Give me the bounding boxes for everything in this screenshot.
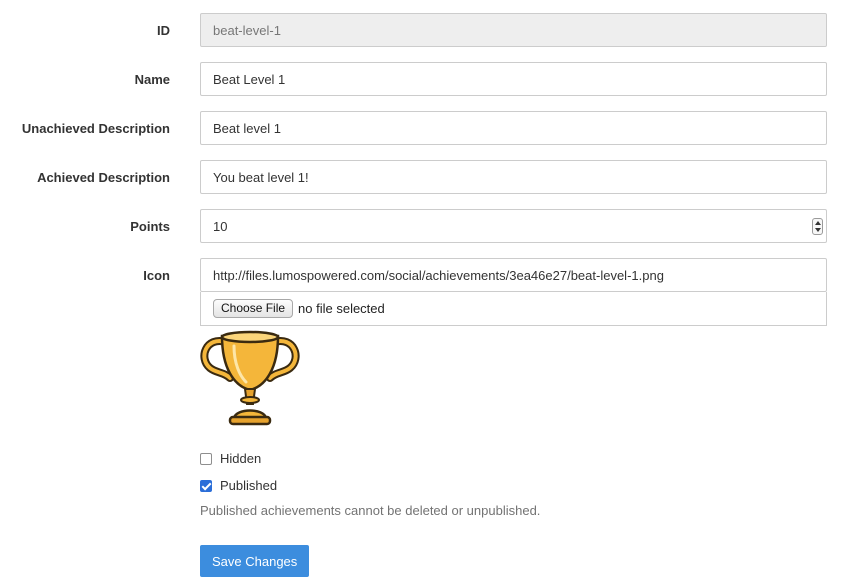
unachieved-description-input[interactable]: Beat level 1 xyxy=(200,111,827,145)
id-value: beat-level-1 xyxy=(213,22,281,38)
hidden-checkbox[interactable] xyxy=(200,452,212,465)
icon-url-input[interactable]: http://files.lumospowered.com/social/ach… xyxy=(200,258,827,292)
save-changes-button[interactable]: Save Changes xyxy=(200,545,310,577)
hidden-label[interactable]: Hidden xyxy=(220,451,261,466)
points-input[interactable]: 10 xyxy=(200,209,827,243)
name-input[interactable]: Beat Level 1 xyxy=(200,62,827,96)
name-value: Beat Level 1 xyxy=(213,71,286,87)
points-label: Points xyxy=(130,219,170,234)
published-checkbox[interactable] xyxy=(200,479,212,492)
icon-url-value: http://files.lumospowered.com/social/ach… xyxy=(213,267,664,283)
achievement-edit-form: ID beat-level-1 Name Beat Level 1 Unachi… xyxy=(0,0,856,585)
achieved-description-input[interactable]: You beat level 1! xyxy=(200,160,827,194)
icon-label: Icon xyxy=(143,268,170,283)
achieved-description-value: You beat level 1! xyxy=(213,169,309,185)
points-stepper[interactable] xyxy=(812,218,823,235)
points-value: 10 xyxy=(213,218,228,234)
name-label: Name xyxy=(134,72,170,87)
hidden-checkbox-row[interactable]: Hidden xyxy=(200,451,261,466)
id-field: beat-level-1 xyxy=(200,13,827,47)
file-status: no file selected xyxy=(298,301,385,316)
published-checkbox-row[interactable]: Published xyxy=(200,478,277,493)
published-help-text: Published achievements cannot be deleted… xyxy=(200,503,541,518)
stepper-up-icon[interactable] xyxy=(814,220,821,225)
unachieved-description-label: Unachieved Description xyxy=(21,121,170,136)
trophy-icon xyxy=(200,330,300,426)
id-label: ID xyxy=(157,23,170,38)
stepper-down-icon[interactable] xyxy=(814,228,821,233)
published-label[interactable]: Published xyxy=(220,478,277,493)
achieved-description-label: Achieved Description xyxy=(37,170,170,185)
icon-file-picker: Choose File no file selected xyxy=(200,292,827,326)
choose-file-button[interactable]: Choose File xyxy=(213,299,294,318)
unachieved-description-value: Beat level 1 xyxy=(213,120,281,136)
